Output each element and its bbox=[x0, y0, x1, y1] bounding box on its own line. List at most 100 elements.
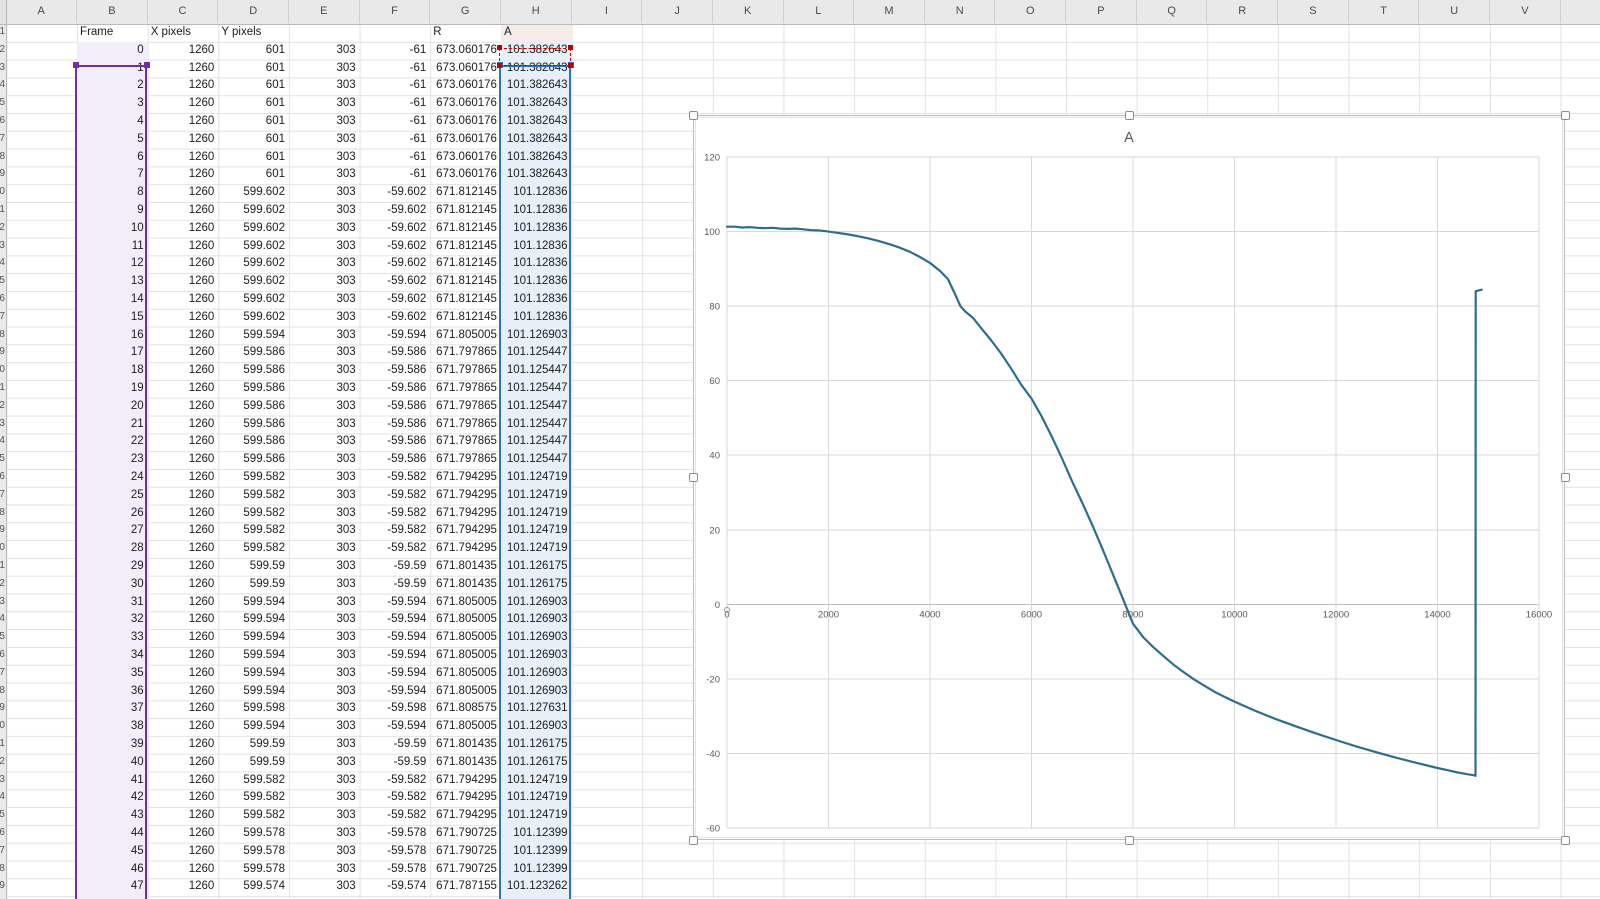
cell[interactable]: 671.805005 bbox=[430, 665, 501, 683]
cell[interactable]: 599.582 bbox=[218, 540, 289, 558]
cell[interactable]: 599.594 bbox=[218, 594, 289, 612]
cell[interactable]: 101.12836 bbox=[501, 184, 572, 202]
cell[interactable]: 303 bbox=[289, 843, 360, 861]
cell[interactable]: -59.594 bbox=[360, 594, 431, 612]
cell[interactable]: 1260 bbox=[148, 594, 219, 612]
cell[interactable]: -59.582 bbox=[360, 522, 431, 540]
row-header-corner[interactable] bbox=[0, 0, 7, 25]
cell[interactable]: 1260 bbox=[148, 149, 219, 167]
cell[interactable]: 601 bbox=[218, 95, 289, 113]
cell[interactable]: 599.578 bbox=[218, 825, 289, 843]
cell[interactable]: 303 bbox=[289, 789, 360, 807]
cell[interactable]: -61 bbox=[360, 131, 431, 149]
cell[interactable]: 303 bbox=[289, 77, 360, 95]
cell[interactable]: -59.602 bbox=[360, 184, 431, 202]
row-header-2[interactable]: 2 bbox=[0, 44, 5, 55]
cell[interactable]: 303 bbox=[289, 184, 360, 202]
cell[interactable]: A bbox=[501, 24, 572, 42]
cell[interactable]: 1260 bbox=[148, 469, 219, 487]
cell[interactable]: 303 bbox=[289, 611, 360, 629]
cell[interactable]: 599.582 bbox=[218, 469, 289, 487]
cell[interactable]: 42 bbox=[77, 789, 148, 807]
cell[interactable]: 303 bbox=[289, 576, 360, 594]
cell[interactable]: 303 bbox=[289, 825, 360, 843]
cell[interactable]: -59.586 bbox=[360, 433, 431, 451]
row-header-32[interactable]: 32 bbox=[0, 578, 5, 589]
cell[interactable]: -59.574 bbox=[360, 878, 431, 896]
cell[interactable]: 599.594 bbox=[218, 665, 289, 683]
cell[interactable]: 17 bbox=[77, 344, 148, 362]
cell[interactable]: -59.59 bbox=[360, 736, 431, 754]
chart-resize-handle[interactable] bbox=[689, 836, 698, 845]
cell[interactable]: 303 bbox=[289, 683, 360, 701]
column-header-O[interactable]: O bbox=[996, 0, 1067, 23]
row-header-44[interactable]: 44 bbox=[0, 791, 5, 802]
cell[interactable]: 101.12836 bbox=[501, 255, 572, 273]
cell[interactable]: 1260 bbox=[148, 878, 219, 896]
row-header-33[interactable]: 33 bbox=[0, 596, 5, 607]
cell[interactable]: -59.594 bbox=[360, 683, 431, 701]
cell[interactable]: 101.126903 bbox=[501, 683, 572, 701]
cell[interactable]: -59.594 bbox=[360, 629, 431, 647]
cell[interactable]: 101.125447 bbox=[501, 344, 572, 362]
cell[interactable] bbox=[360, 24, 431, 42]
cell[interactable]: -59.578 bbox=[360, 843, 431, 861]
cell[interactable]: 599.586 bbox=[218, 416, 289, 434]
cell[interactable]: 1260 bbox=[148, 647, 219, 665]
cell[interactable]: 303 bbox=[289, 736, 360, 754]
cell[interactable]: 599.594 bbox=[218, 629, 289, 647]
cell[interactable]: 599.594 bbox=[218, 718, 289, 736]
column-header-L[interactable]: L bbox=[784, 0, 855, 23]
cell[interactable]: 1260 bbox=[148, 309, 219, 327]
cell[interactable]: 303 bbox=[289, 344, 360, 362]
chart-title[interactable]: A bbox=[694, 130, 1564, 146]
column-header-C[interactable]: C bbox=[148, 0, 219, 23]
cell[interactable]: -61 bbox=[360, 42, 431, 60]
cell[interactable]: 1260 bbox=[148, 416, 219, 434]
cell[interactable]: 671.812145 bbox=[430, 184, 501, 202]
chart-resize-handle[interactable] bbox=[1561, 836, 1570, 845]
range-handle[interactable] bbox=[568, 45, 573, 50]
row-header-18[interactable]: 18 bbox=[0, 329, 5, 340]
cell[interactable]: 101.12836 bbox=[501, 238, 572, 256]
cell[interactable]: 671.794295 bbox=[430, 487, 501, 505]
row-header-17[interactable]: 17 bbox=[0, 311, 5, 322]
range-handle[interactable] bbox=[568, 63, 573, 68]
cell[interactable]: 599.59 bbox=[218, 576, 289, 594]
cell[interactable]: 671.805005 bbox=[430, 647, 501, 665]
cell[interactable]: 673.060176 bbox=[430, 95, 501, 113]
cell[interactable]: 601 bbox=[218, 166, 289, 184]
cell[interactable]: 671.797865 bbox=[430, 451, 501, 469]
column-header-P[interactable]: P bbox=[1066, 0, 1137, 23]
row-header-15[interactable]: 15 bbox=[0, 275, 5, 286]
cell[interactable] bbox=[289, 24, 360, 42]
cell[interactable]: 24 bbox=[77, 469, 148, 487]
cell[interactable]: 673.060176 bbox=[430, 60, 501, 78]
cell[interactable]: 15 bbox=[77, 309, 148, 327]
cell[interactable]: 303 bbox=[289, 327, 360, 345]
cell[interactable]: 303 bbox=[289, 202, 360, 220]
cell[interactable]: 599.598 bbox=[218, 700, 289, 718]
range-handle[interactable] bbox=[497, 45, 502, 50]
chart-resize-handle[interactable] bbox=[1561, 473, 1570, 482]
cell[interactable]: 671.794295 bbox=[430, 807, 501, 825]
cell[interactable]: -59.59 bbox=[360, 754, 431, 772]
cell[interactable]: 12 bbox=[77, 255, 148, 273]
cell[interactable]: 303 bbox=[289, 238, 360, 256]
column-header-Q[interactable]: Q bbox=[1137, 0, 1208, 23]
cell[interactable]: -59.582 bbox=[360, 789, 431, 807]
cell[interactable]: 1260 bbox=[148, 60, 219, 78]
cell[interactable]: 599.574 bbox=[218, 878, 289, 896]
cell[interactable]: 671.790725 bbox=[430, 861, 501, 879]
cell[interactable]: 303 bbox=[289, 594, 360, 612]
cell[interactable]: R bbox=[430, 24, 501, 42]
cell[interactable]: 101.12399 bbox=[501, 843, 572, 861]
cell[interactable]: 101.124719 bbox=[501, 540, 572, 558]
column-header-G[interactable]: G bbox=[430, 0, 501, 23]
cell[interactable]: 673.060176 bbox=[430, 166, 501, 184]
cell[interactable]: 20 bbox=[77, 398, 148, 416]
cell[interactable]: 303 bbox=[289, 42, 360, 60]
series-line-A[interactable] bbox=[727, 227, 1482, 776]
cell[interactable]: 671.790725 bbox=[430, 843, 501, 861]
cell[interactable]: 601 bbox=[218, 131, 289, 149]
